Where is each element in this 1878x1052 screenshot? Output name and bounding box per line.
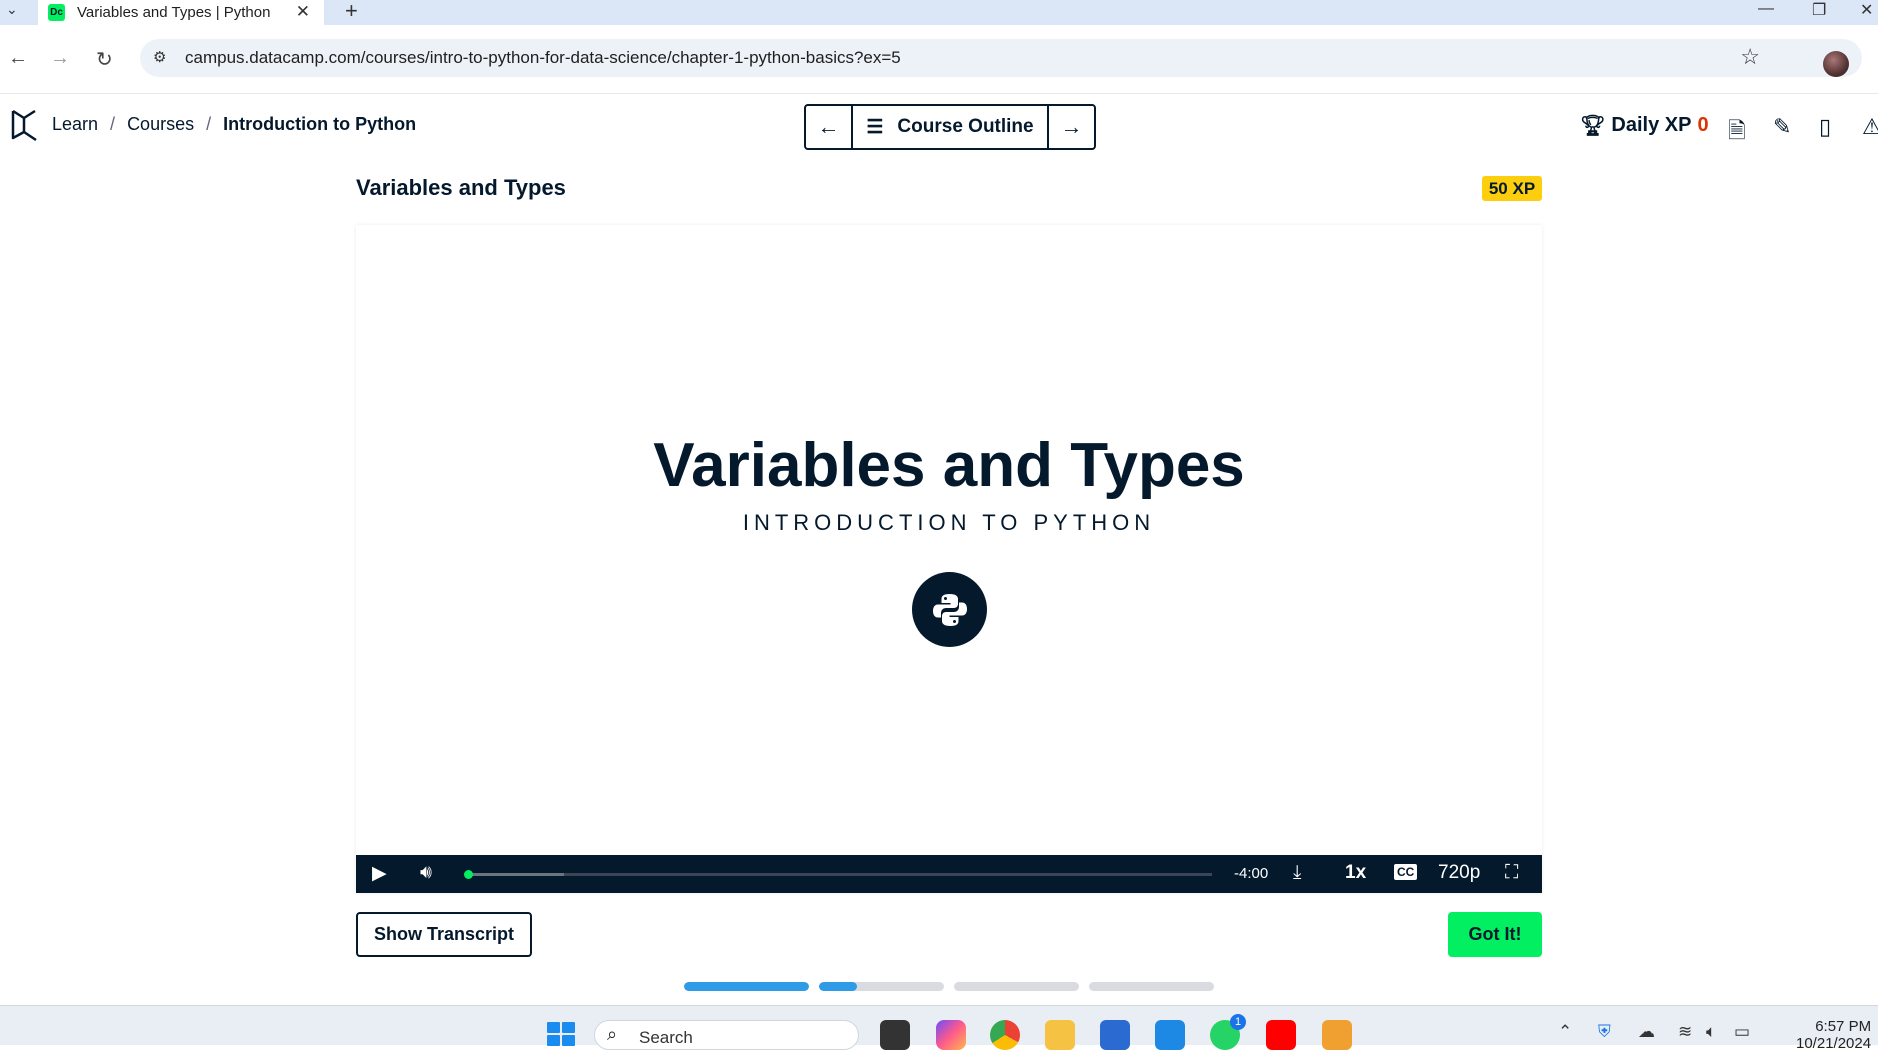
wifi-icon[interactable]: ≋ [1678,1022,1692,1042]
security-shield-icon[interactable]: ⛨ [1598,1022,1611,1042]
exercise-step-fill [684,982,809,991]
course-outline-button[interactable]: ☰ Course Outline [851,106,1049,148]
next-exercise-button[interactable]: → [1049,106,1094,148]
back-arrow-icon[interactable]: ← [8,47,28,70]
breadcrumb-separator: / [110,114,116,134]
report-issue-warning-icon[interactable]: ⚠ [1862,114,1878,140]
exercise-step-bar[interactable] [1089,982,1214,991]
vscode-icon[interactable] [1155,1020,1185,1050]
play-icon[interactable]: ▶ [372,862,387,885]
python-logo-icon [912,572,987,647]
file-explorer-icon[interactable] [1045,1020,1075,1050]
closed-captions-icon[interactable]: CC [1394,864,1418,880]
show-hidden-icons-chevron-icon[interactable]: ⌃ [1558,1022,1572,1042]
breadcrumb-separator: / [206,114,212,134]
daily-xp-label: Daily XP [1611,114,1692,136]
exercise-step-bar[interactable] [819,982,944,991]
clock-time: 6:57 PM [1815,1018,1872,1035]
got-it-button[interactable]: Got It! [1448,912,1542,957]
copilot-icon[interactable] [936,1020,966,1050]
close-window-icon[interactable]: ✕ [1860,0,1873,20]
site-settings-icon[interactable]: ⚙ [153,48,166,66]
quality-button[interactable]: 720p [1438,862,1480,884]
breadcrumb-learn[interactable]: Learn [52,114,98,135]
browser-tab-active[interactable]: Dc Variables and Types | Python ✕ [38,0,324,25]
windows-taskbar: ⌕ Search 1 ⌃ ⛨ ☁ ≋ 🔈︎ ▭ 6:57 PM 10/21/20… [0,1005,1878,1052]
url-text[interactable]: campus.datacamp.com/courses/intro-to-pyt… [185,48,901,68]
task-view-icon[interactable] [880,1020,910,1050]
notes-pencil-icon[interactable]: ✎ [1773,114,1791,140]
forward-arrow-icon[interactable]: → [50,47,70,70]
tab-close-icon[interactable]: ✕ [296,2,310,22]
breadcrumb-course-title[interactable]: Introduction to Python [223,114,416,135]
tab-search-chevron-icon[interactable]: ⌄ [6,1,18,18]
exercise-step-bar[interactable] [684,982,809,991]
slides-document-icon[interactable]: 🗎︎ [1728,114,1746,152]
minimize-window-icon[interactable]: — [1758,0,1774,18]
windows-start-icon[interactable] [547,1022,575,1046]
fullscreen-icon[interactable]: ⛶ [1505,862,1518,884]
address-bar[interactable]: ⚙ campus.datacamp.com/courses/intro-to-p… [140,39,1862,77]
new-tab-plus-icon[interactable]: + [345,0,358,24]
exercise-step-bar[interactable] [954,982,1079,991]
datacamp-favicon-icon: Dc [48,4,65,21]
video-controls-bar: ▶ 🔊︎ -4:00 ⤓ 1x CC 720p ⛶ [356,855,1542,893]
slide-title: Variables and Types [653,431,1245,500]
arrow-left-icon: ← [817,114,840,139]
previous-exercise-button[interactable]: ← [806,106,851,148]
playback-speed-button[interactable]: 1x [1345,862,1366,884]
exercise-title: Variables and Types [356,175,566,200]
browser-tab-strip: ⌄ Dc Variables and Types | Python ✕ + — … [0,0,1878,25]
taskbar-search-box[interactable]: ⌕ Search [594,1020,859,1050]
show-transcript-button[interactable]: Show Transcript [356,912,532,957]
course-outline-label: Course Outline [897,116,1034,137]
daily-xp[interactable]: 🏆︎ Daily XP 0 [1580,113,1709,138]
volume-icon[interactable]: 🔊︎ [420,862,432,884]
battery-icon[interactable]: ▭ [1734,1022,1750,1042]
menu-lines-icon: ☰ [866,116,884,138]
speaker-icon[interactable]: 🔈︎ [1706,1022,1716,1042]
exercise-step-fill [819,982,857,991]
video-progress-slider[interactable] [464,870,1212,879]
app-header: Learn / Courses / Introduction to Python… [0,93,1878,153]
whatsapp-notification-badge: 1 [1230,1014,1246,1030]
video-buffered-bar [467,873,564,876]
mobile-device-icon[interactable]: ▯ [1819,114,1831,140]
clock-date: 10/21/2024 [1796,1035,1872,1052]
profile-avatar[interactable] [1823,51,1849,77]
download-icon[interactable]: ⤓ [1293,862,1301,884]
xp-badge: 50 XP [1482,176,1542,201]
course-navigation: ← ☰ Course Outline → [804,104,1096,150]
reload-icon[interactable]: ↻ [96,47,113,72]
breadcrumb-courses[interactable]: Courses [127,114,194,135]
slide-subtitle: INTRODUCTION TO PYTHON [742,510,1156,535]
datacamp-logo-icon[interactable] [10,108,38,142]
trophy-icon: 🏆︎ [1580,115,1606,137]
video-player[interactable]: Variables and Types INTRODUCTION TO PYTH… [356,225,1542,893]
whatsapp-icon[interactable]: 1 [1210,1014,1246,1050]
arrow-right-icon: → [1060,114,1083,139]
browser-nav-row: ← → ↻ ⚙ campus.datacamp.com/courses/intr… [0,25,1878,93]
taskbar-clock[interactable]: 6:57 PM 10/21/2024 [1796,1018,1871,1052]
search-icon: ⌕ [607,1024,618,1044]
tab-title: Variables and Types | Python [77,4,271,21]
cloud-offline-icon[interactable]: ☁ [1638,1022,1655,1042]
taskbar-search-placeholder: Search [639,1028,693,1047]
restore-window-icon[interactable]: ❐ [1812,0,1826,20]
bookmark-star-icon[interactable]: ☆ [1740,44,1760,70]
microsoft-store-icon[interactable] [1100,1020,1130,1050]
xampp-icon[interactable] [1322,1020,1352,1050]
daily-xp-value: 0 [1697,114,1709,136]
time-remaining: -4:00 [1234,865,1269,882]
breadcrumb: Learn / Courses / Introduction to Python [52,114,416,135]
video-playhead-handle[interactable] [464,870,473,879]
youtube-icon[interactable] [1266,1020,1296,1050]
chrome-icon[interactable] [990,1020,1020,1050]
